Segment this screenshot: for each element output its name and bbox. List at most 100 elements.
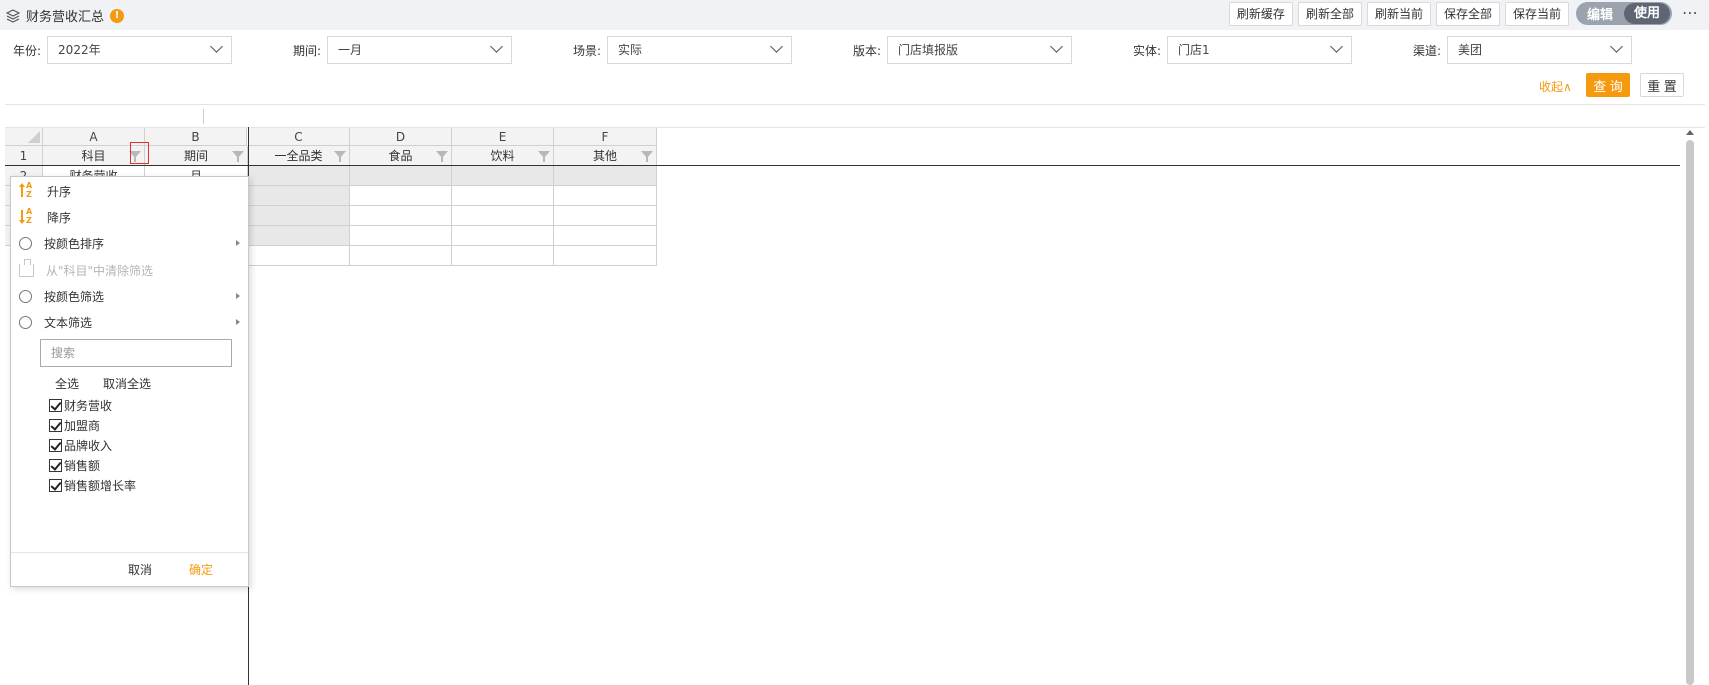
version-select[interactable]: 门店填报版	[887, 36, 1073, 64]
row-header-1[interactable]: 1	[5, 146, 43, 166]
filter-by-color-item[interactable]: 按颜色筛选	[11, 284, 248, 308]
checkbox[interactable]	[49, 478, 62, 492]
filter-funnel-icon[interactable]	[641, 151, 653, 162]
header-cell-food[interactable]: 食品	[350, 146, 452, 166]
cell-d2[interactable]	[350, 166, 452, 186]
text-filter-item[interactable]: 文本筛选	[11, 310, 248, 334]
cell-c6[interactable]	[248, 246, 350, 266]
sort-descending-icon: AZ	[19, 207, 35, 225]
filter-year: 年份: 2022年	[13, 36, 233, 64]
cell-d5[interactable]	[350, 226, 452, 246]
column-header-c[interactable]: C	[248, 128, 350, 146]
checkbox[interactable]	[49, 458, 62, 472]
save-all-button[interactable]: 保存全部	[1435, 2, 1500, 26]
cell-d3[interactable]	[350, 186, 452, 206]
checkbox[interactable]	[49, 418, 62, 432]
cell-d4[interactable]	[350, 206, 452, 226]
cell-d6[interactable]	[350, 246, 452, 266]
scrollbar-thumb[interactable]	[1686, 140, 1694, 685]
filter-option[interactable]: 销售额增长率	[49, 476, 136, 494]
page-title: 财务营收汇总	[26, 10, 105, 25]
save-current-button[interactable]: 保存当前	[1504, 2, 1569, 26]
column-header-d[interactable]: D	[350, 128, 452, 146]
confirm-button[interactable]: 确定	[189, 561, 213, 578]
cancel-button[interactable]: 取消	[128, 561, 152, 578]
entity-select[interactable]: 门店1	[1167, 36, 1353, 64]
header-cell-drinks[interactable]: 饮料	[452, 146, 554, 166]
option-label: 品牌收入	[64, 438, 113, 453]
more-icon[interactable]: ⋯	[1682, 3, 1699, 22]
column-header-b[interactable]: B	[145, 128, 247, 146]
vertical-scrollbar[interactable]	[1685, 128, 1695, 685]
select-all-link[interactable]: 全选	[55, 375, 79, 392]
mode-use-option[interactable]: 使用	[1624, 3, 1670, 24]
select-all-corner[interactable]	[5, 128, 43, 146]
filter-label: 期间:	[293, 43, 322, 58]
filter-label: 渠道:	[1413, 43, 1442, 58]
header-cell-other[interactable]: 其他	[554, 146, 657, 166]
filter-label: 实体:	[1133, 43, 1162, 58]
filter-option[interactable]: 品牌收入	[49, 436, 112, 454]
refresh-cache-button[interactable]: 刷新缓存	[1228, 2, 1293, 26]
column-header-e[interactable]: E	[452, 128, 554, 146]
sort-by-color-item[interactable]: 按颜色排序	[11, 231, 248, 255]
menu-label: 降序	[47, 210, 72, 225]
column-filter-dropdown: AZ 升序 AZ 降序 按颜色排序 从"科目"中清除筛选 按颜色筛选 文本筛选 …	[10, 176, 249, 587]
filter-option[interactable]: 财务营收	[49, 396, 112, 414]
collapse-link[interactable]: 收起∧	[1539, 78, 1572, 95]
cell-e3[interactable]	[452, 186, 554, 206]
header-cell-all-category[interactable]: 一全品类	[248, 146, 350, 166]
scroll-up-icon[interactable]	[1686, 130, 1694, 135]
filter-option[interactable]: 加盟商	[49, 416, 100, 434]
cell-e6[interactable]	[452, 246, 554, 266]
mode-toggle[interactable]: 编辑 使用	[1576, 2, 1672, 25]
sort-ascending-item[interactable]: AZ 升序	[11, 179, 248, 203]
cell-f4[interactable]	[554, 206, 657, 226]
cell-c4[interactable]	[248, 206, 350, 226]
chevron-down-icon	[210, 40, 223, 53]
cell-f5[interactable]	[554, 226, 657, 246]
formula-bar[interactable]	[5, 104, 1705, 128]
refresh-all-button[interactable]: 刷新全部	[1297, 2, 1362, 26]
filter-option[interactable]: 销售额	[49, 456, 100, 474]
query-button[interactable]: 查 询	[1586, 73, 1630, 97]
filter-funnel-icon[interactable]	[436, 151, 448, 162]
scenario-select[interactable]: 实际	[607, 36, 793, 64]
reset-button[interactable]: 重 置	[1640, 73, 1684, 97]
header-cell-period[interactable]: 期间	[145, 146, 248, 166]
channel-select[interactable]: 美团	[1447, 36, 1633, 64]
checkbox[interactable]	[49, 438, 62, 452]
cell-e4[interactable]	[452, 206, 554, 226]
column-header-f[interactable]: F	[554, 128, 657, 146]
cell-f6[interactable]	[554, 246, 657, 266]
filter-funnel-icon[interactable]	[334, 151, 346, 162]
cell-c2[interactable]	[248, 166, 350, 186]
freeze-line-horizontal	[5, 165, 1680, 166]
mode-edit-option[interactable]: 编辑	[1576, 4, 1624, 23]
submenu-arrow-icon	[236, 293, 240, 299]
cell-f2[interactable]	[554, 166, 657, 186]
cell-e2[interactable]	[452, 166, 554, 186]
cell-text: 期间	[183, 149, 208, 163]
submenu-arrow-icon	[236, 240, 240, 246]
filter-funnel-icon[interactable]	[538, 151, 550, 162]
cell-c3[interactable]	[248, 186, 350, 206]
refresh-current-button[interactable]: 刷新当前	[1366, 2, 1431, 26]
filter-search-input[interactable]	[40, 339, 232, 367]
filter-funnel-icon[interactable]	[232, 151, 244, 162]
sort-descending-item[interactable]: AZ 降序	[11, 205, 248, 229]
menu-label: 从"科目"中清除筛选	[46, 263, 154, 278]
cell-f3[interactable]	[554, 186, 657, 206]
sort-ascending-icon: AZ	[19, 181, 35, 199]
clear-filter-item: 从"科目"中清除筛选	[11, 258, 248, 282]
cell-c5[interactable]	[248, 226, 350, 246]
info-icon[interactable]: !	[110, 8, 125, 23]
period-select[interactable]: 一月	[327, 36, 513, 64]
deselect-all-link[interactable]: 取消全选	[103, 375, 151, 392]
checkbox[interactable]	[49, 398, 62, 412]
cell-e5[interactable]	[452, 226, 554, 246]
year-select[interactable]: 2022年	[47, 36, 233, 64]
cell-text: 饮料	[490, 149, 515, 163]
submenu-arrow-icon	[236, 319, 240, 325]
select-value: 实际	[618, 43, 643, 57]
